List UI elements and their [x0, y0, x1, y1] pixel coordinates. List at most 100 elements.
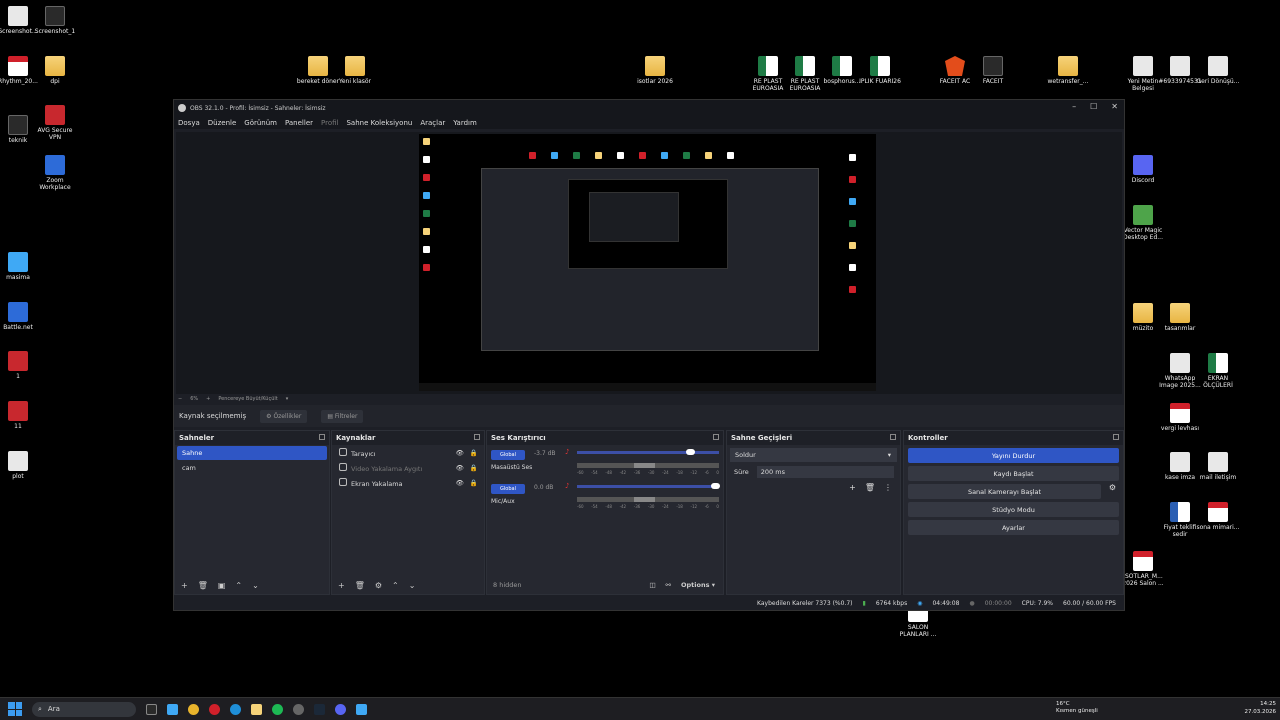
remove-source-icon[interactable]: 🗑	[355, 581, 365, 590]
desktop-icon[interactable]: isotlar 2026	[631, 56, 679, 85]
task-view-icon[interactable]	[146, 703, 157, 715]
move-down-icon[interactable]: ⌄	[252, 581, 259, 590]
options-button[interactable]: Options ▾	[681, 581, 715, 589]
desktop-icon[interactable]: 11	[0, 401, 42, 430]
volume-knob[interactable]	[711, 483, 720, 489]
chrome-icon[interactable]	[188, 703, 199, 715]
scene-item[interactable]: Sahne	[177, 446, 327, 460]
desktop-icon[interactable]: dpi	[31, 56, 79, 85]
add-scene-icon[interactable]: +	[181, 581, 188, 590]
more-icon[interactable]: ⋮	[884, 483, 892, 492]
volume-slider[interactable]	[577, 485, 719, 488]
lock-icon[interactable]: 🔒	[470, 479, 478, 487]
minimize-icon[interactable]: –	[1072, 102, 1076, 111]
desktop-icon[interactable]: wetransfer_...	[1044, 56, 1092, 85]
remove-scene-icon[interactable]: 🗑	[198, 581, 208, 590]
scene-item[interactable]: cam	[177, 461, 327, 475]
global-badge[interactable]: Global	[491, 484, 525, 494]
desktop-icon[interactable]: Vector Magic Desktop Ed...	[1119, 205, 1167, 241]
discord-taskbar-icon[interactable]	[335, 703, 346, 715]
control-button[interactable]: Stüdyo Modu	[908, 502, 1119, 517]
fit-mode[interactable]: Pencereye Büyüt/Küçült	[218, 396, 277, 402]
control-button[interactable]: Sanal Kamerayı Başlat	[908, 484, 1101, 499]
desktop-icon[interactable]: mail iletişim	[1194, 452, 1242, 481]
explorer-icon[interactable]	[251, 703, 262, 715]
menu-item[interactable]: Paneller	[285, 119, 313, 127]
desktop-icon[interactable]: Zoom Workplace	[31, 155, 79, 191]
desktop-icon[interactable]: EKRAN ÖLÇÜLERİ	[1194, 353, 1242, 389]
desktop-icon[interactable]: masima	[0, 252, 42, 281]
control-button[interactable]: Kaydı Başlat	[908, 466, 1119, 481]
dock-undock-icon[interactable]	[713, 434, 719, 440]
volume-slider[interactable]	[577, 451, 719, 454]
mute-icon[interactable]: ♪	[565, 482, 569, 490]
fit-dropdown-icon[interactable]: ▾	[286, 396, 289, 402]
control-button[interactable]: Ayarlar	[908, 520, 1119, 535]
desktop-icon[interactable]: 1	[0, 351, 42, 380]
transition-select[interactable]: Soldur ▾	[730, 448, 897, 462]
source-item[interactable]: Video Yakalama Aygıtı 👁 🔒	[334, 461, 482, 475]
global-badge[interactable]: Global	[491, 450, 525, 460]
desktop-icon[interactable]: Yeni klasör	[331, 56, 379, 85]
search-box[interactable]: ⌕ Ara	[32, 701, 136, 717]
desktop-icon[interactable]: Discord	[1119, 155, 1167, 184]
duration-input[interactable]: 200 ms	[756, 466, 894, 478]
edge-icon[interactable]	[230, 703, 241, 715]
close-icon[interactable]: ✕	[1111, 102, 1118, 111]
desktop-icon[interactable]: sona mimari...	[1194, 502, 1242, 531]
remove-transition-icon[interactable]: 🗑	[865, 483, 875, 492]
lock-icon[interactable]: 🔒	[470, 449, 478, 457]
properties-button[interactable]: ⚙ Özellikler	[260, 409, 308, 423]
move-up-icon[interactable]: ⌃	[235, 581, 242, 590]
start-button[interactable]	[8, 702, 22, 716]
zoom-out-icon[interactable]: −	[178, 396, 182, 402]
menu-item[interactable]: Görünüm	[244, 119, 277, 127]
preview-canvas[interactable]	[419, 134, 876, 391]
visibility-eye-icon[interactable]: 👁	[456, 449, 464, 457]
mixer-layout-icon[interactable]: ◫	[649, 581, 655, 589]
menu-item[interactable]: Dosya	[178, 119, 200, 127]
menu-item[interactable]: Sahne Koleksiyonu	[346, 119, 412, 127]
gear-icon[interactable]: ⚙	[1109, 483, 1116, 492]
clock[interactable]: 14:25 27.03.2026	[1245, 700, 1277, 716]
volume-knob[interactable]	[686, 449, 696, 455]
add-transition-icon[interactable]: +	[849, 483, 856, 492]
desktop-icon[interactable]: İSOTLAR_M... 2026 Salon ...	[1119, 551, 1167, 587]
weather-widget[interactable]: 16°C Kısmen güneşli	[1056, 701, 1098, 715]
move-down-icon[interactable]: ⌄	[409, 581, 416, 590]
desktop-icon[interactable]: IPLIK FUARI26	[856, 56, 904, 85]
desktop-icon[interactable]: Battle.net	[0, 302, 42, 331]
dock-undock-icon[interactable]	[319, 434, 325, 440]
mixer-link-icon[interactable]: ⚯	[666, 581, 671, 589]
steam-icon[interactable]	[314, 703, 325, 715]
source-item[interactable]: Tarayıcı 👁 🔒	[334, 446, 482, 460]
desktop-icon[interactable]: Geri Dönüşü...	[1194, 56, 1242, 85]
obs-taskbar-icon[interactable]	[293, 703, 304, 715]
zoom-in-icon[interactable]: +	[206, 396, 210, 402]
source-settings-icon[interactable]: ⚙	[375, 581, 382, 590]
move-up-icon[interactable]: ⌃	[392, 581, 399, 590]
spotify-icon[interactable]	[272, 703, 283, 715]
menu-item[interactable]: Profil	[321, 119, 338, 127]
visibility-eye-icon[interactable]: 👁	[456, 479, 464, 487]
desktop-icon[interactable]: tasarımlar	[1156, 303, 1204, 332]
maximize-icon[interactable]: ☐	[1090, 102, 1097, 111]
desktop-icon[interactable]: plot	[0, 451, 42, 480]
mute-icon[interactable]: ♪	[565, 448, 569, 456]
add-source-icon[interactable]: +	[338, 581, 345, 590]
opera-icon[interactable]	[209, 703, 220, 715]
menu-item[interactable]: Yardım	[453, 119, 477, 127]
dock-undock-icon[interactable]	[1113, 434, 1119, 440]
app-icon[interactable]	[356, 703, 367, 715]
lock-icon[interactable]: 🔒	[470, 464, 478, 472]
dock-undock-icon[interactable]	[474, 434, 480, 440]
menu-item[interactable]: Araçlar	[420, 119, 445, 127]
widgets-icon[interactable]	[167, 703, 178, 715]
scene-filter-icon[interactable]: ▣	[218, 581, 226, 590]
menu-item[interactable]: Düzenle	[208, 119, 237, 127]
desktop-icon[interactable]: FACEIT	[969, 56, 1017, 85]
desktop-icon[interactable]: vergi levhası	[1156, 403, 1204, 432]
visibility-eye-icon[interactable]: 👁	[456, 464, 464, 472]
desktop-icon[interactable]: Screenshot_1	[31, 6, 79, 35]
source-item[interactable]: Ekran Yakalama 👁 🔒	[334, 476, 482, 490]
